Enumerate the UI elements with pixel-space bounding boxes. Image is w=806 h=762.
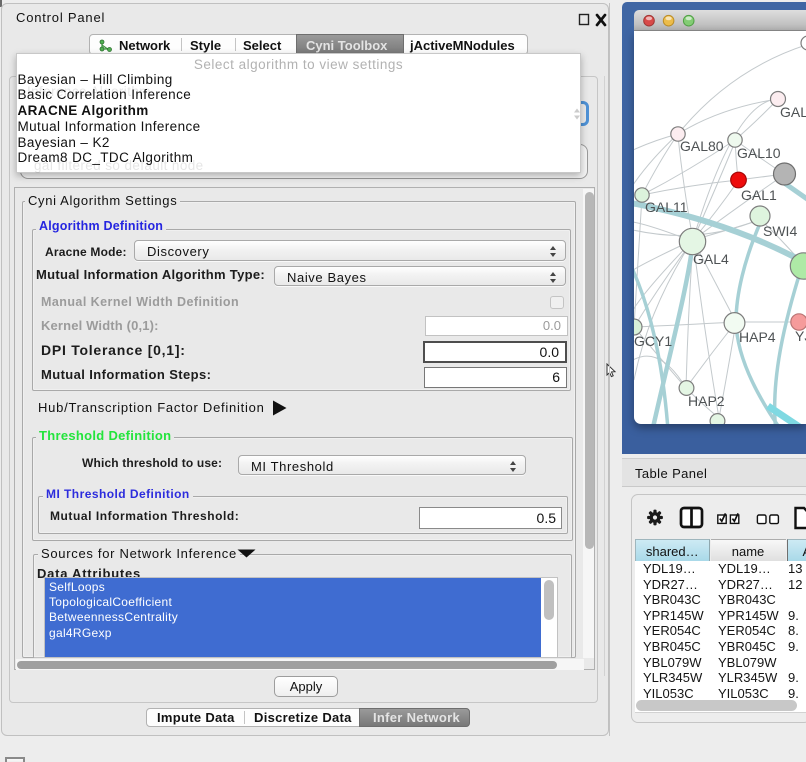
- svg-text:GCY1: GCY1: [634, 333, 672, 349]
- svg-text:SWI4: SWI4: [763, 223, 797, 239]
- svg-text:HAP2: HAP2: [688, 393, 725, 409]
- svg-text:GAL11: GAL11: [645, 199, 688, 215]
- svg-text:YJ: YJ: [795, 328, 806, 344]
- svg-text:HAP4: HAP4: [739, 329, 776, 345]
- svg-text:GAL4: GAL4: [693, 251, 729, 267]
- svg-text:GAL10: GAL10: [737, 145, 781, 161]
- svg-text:GAL80: GAL80: [680, 138, 724, 154]
- svg-text:GAL1: GAL1: [741, 187, 777, 203]
- svg-text:GAL2: GAL2: [780, 104, 806, 120]
